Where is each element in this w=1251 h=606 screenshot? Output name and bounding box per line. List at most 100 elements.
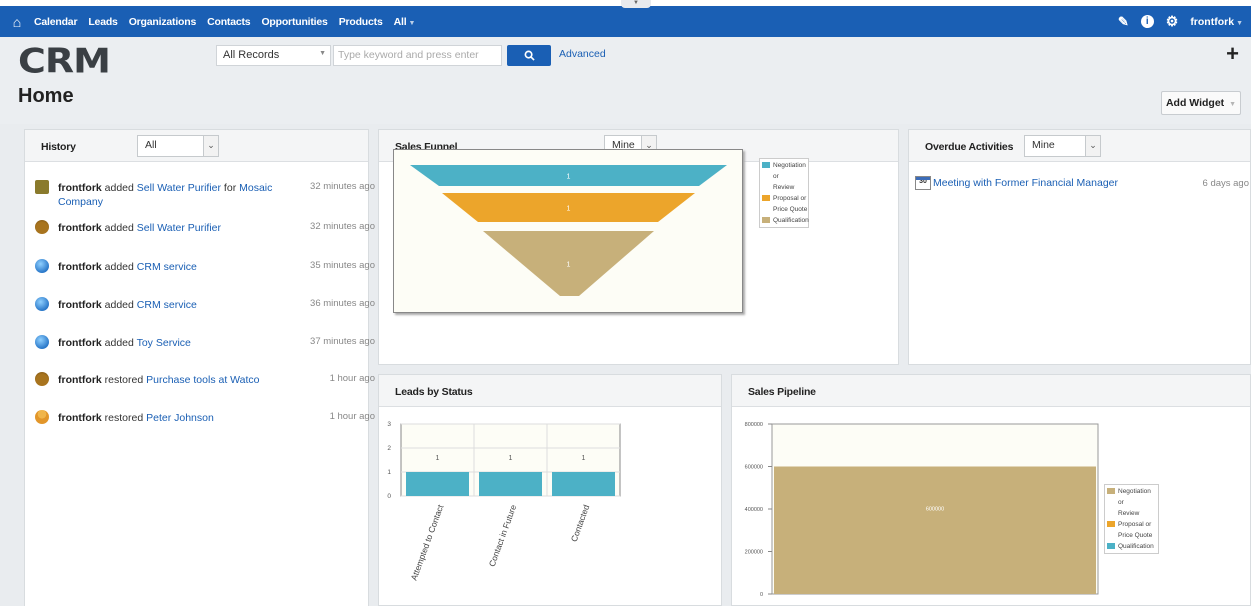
history-widget-header: History All ⌄: [25, 130, 368, 162]
history-time: 1 hour ago: [329, 373, 375, 384]
history-item-text: frontfork added Sell Water Purifier: [58, 221, 288, 235]
history-record-link[interactable]: Toy Service: [137, 337, 191, 349]
collapse-header-tab[interactable]: ▼: [621, 0, 651, 8]
history-item-text: frontfork added Toy Service: [58, 336, 288, 350]
chevron-down-icon: ⌄: [203, 136, 218, 156]
nav-opportunities[interactable]: Opportunities: [261, 16, 327, 28]
chevron-down-icon: ⌄: [1085, 136, 1100, 156]
overdue-filter-select[interactable]: Mine ⌄: [1024, 135, 1101, 157]
history-item-text: frontfork added Sell Water Purifier for …: [58, 181, 288, 209]
info-icon[interactable]: i: [1140, 15, 1154, 28]
nav-leads[interactable]: Leads: [88, 16, 118, 28]
search-icon: [524, 50, 535, 61]
sales-pipeline-legend: Negotiation or Review Proposal or Price Quo…: [1104, 484, 1159, 554]
nav-organizations[interactable]: Organizations: [129, 16, 197, 28]
history-widget: History All ⌄ frontfork added Sell Water…: [24, 129, 375, 606]
sales-funnel-legend: Negotiation or Review Proposal or Price Quo…: [759, 158, 809, 228]
history-record-link[interactable]: Sell Water Purifier: [137, 182, 221, 194]
bar[interactable]: [406, 472, 469, 496]
history-user: frontfork: [58, 299, 102, 311]
history-record-link[interactable]: Sell Water Purifier: [137, 222, 221, 234]
legend-item: Negotiation or Review: [760, 160, 808, 193]
home-icon[interactable]: ⌂: [0, 14, 34, 30]
nav-calendar[interactable]: Calendar: [34, 16, 78, 28]
legend-label: Review: [773, 184, 795, 191]
globe-icon: [35, 335, 49, 349]
history-user: frontfork: [58, 261, 102, 273]
bar[interactable]: [479, 472, 542, 496]
history-record-link[interactable]: CRM service: [137, 299, 197, 311]
history-record-link[interactable]: Peter Johnson: [146, 412, 214, 424]
leads-by-status-widget: Leads by Status 0 1 2 3 1 Attempted to Contac…: [378, 374, 722, 606]
history-action: added: [101, 337, 137, 349]
legend-label: Qualification: [1118, 543, 1154, 550]
sales-funnel-chart: 1 1 1: [393, 149, 743, 313]
leads-by-status-widget-header: Leads by Status: [379, 375, 721, 407]
nav-contacts[interactable]: Contacts: [207, 16, 251, 28]
user-menu[interactable]: frontfork ▼: [1190, 16, 1243, 28]
chevron-down-icon: ▼: [1229, 101, 1237, 108]
history-user: frontfork: [58, 222, 102, 234]
opportunity-icon: [35, 180, 49, 194]
person-icon: [35, 410, 49, 424]
history-action: added: [101, 261, 137, 273]
advanced-search-link[interactable]: Advanced: [559, 48, 606, 60]
legend-swatch: [1107, 521, 1115, 527]
legend-swatch: [1107, 488, 1115, 494]
history-item-text: frontfork added CRM service: [58, 298, 288, 312]
search-scope-select[interactable]: All Records ▼: [216, 45, 331, 66]
activity-link[interactable]: Meeting with Former Financial Manager: [933, 177, 1118, 189]
legend-label: Price Quote: [1118, 532, 1153, 539]
history-action: added: [101, 222, 137, 234]
nav-all-menu[interactable]: All ▼: [394, 16, 416, 28]
activity-time: 6 days ago: [1202, 178, 1249, 189]
history-user: frontfork: [58, 337, 102, 349]
history-time: 37 minutes ago: [310, 336, 375, 347]
widget-title: Overdue Activities: [925, 141, 1014, 153]
add-widget-label: Add Widget: [1165, 97, 1225, 109]
y-tick-label: 600000: [745, 465, 763, 471]
legend-item: Proposal or Price Quote: [760, 193, 808, 215]
history-item-text: frontfork restored Purchase tools at Wat…: [58, 373, 288, 387]
gear-icon[interactable]: ⚙: [1166, 13, 1179, 30]
bar-value-label: 600000: [926, 506, 944, 512]
legend-swatch: [762, 195, 770, 201]
history-action: restored: [101, 412, 147, 424]
search-button[interactable]: [507, 45, 551, 66]
history-time: 32 minutes ago: [310, 181, 375, 192]
history-record-link[interactable]: CRM service: [137, 261, 197, 273]
y-tick-label: 2: [387, 445, 391, 452]
legend-label: Negotiation or: [773, 162, 806, 180]
bar[interactable]: [552, 472, 615, 496]
history-connector: for: [221, 182, 240, 194]
search-input[interactable]: Type keyword and press enter: [333, 45, 502, 66]
bar-value-label: 1: [436, 455, 440, 462]
sales-pipeline-widget-header: Sales Pipeline: [732, 375, 1250, 407]
history-user: frontfork: [58, 412, 102, 424]
search-bar: CRM All Records ▼ Type keyword and press…: [0, 37, 1251, 81]
add-widget-button[interactable]: Add Widget ▼: [1161, 91, 1241, 115]
widget-title: Leads by Status: [395, 386, 473, 398]
overdue-filter-value: Mine: [1032, 139, 1055, 151]
nav-products[interactable]: Products: [339, 16, 383, 28]
history-record-link[interactable]: Purchase tools at Watco: [146, 374, 259, 386]
legend-label: Proposal or: [773, 195, 807, 202]
x-tick-label: Attempted to Contact: [409, 503, 446, 582]
overdue-activities-widget-header: Overdue Activities Mine ⌄: [909, 130, 1250, 162]
sales-pipeline-widget: Sales Pipeline 0 200000 400000 600000 800000…: [731, 374, 1251, 606]
chevron-down-icon: ▼: [1236, 19, 1243, 27]
legend-label: Negotiation or: [1118, 488, 1151, 506]
crm-logo[interactable]: CRM: [18, 41, 111, 81]
history-time: 32 minutes ago: [310, 221, 375, 232]
funnel-value-label: 1: [567, 174, 571, 181]
funnel-value-label: 1: [567, 206, 571, 213]
money-bag-icon: [35, 220, 49, 234]
page-title: Home: [18, 85, 74, 107]
quick-create-plus-icon[interactable]: +: [1226, 41, 1239, 67]
legend-label: Proposal or: [1118, 521, 1152, 528]
bar[interactable]: [774, 466, 1096, 595]
pencil-icon[interactable]: ✎: [1118, 14, 1129, 30]
y-tick-label: 200000: [745, 550, 763, 556]
history-filter-select[interactable]: All ⌄: [137, 135, 219, 157]
legend-item: Qualification: [760, 215, 809, 226]
